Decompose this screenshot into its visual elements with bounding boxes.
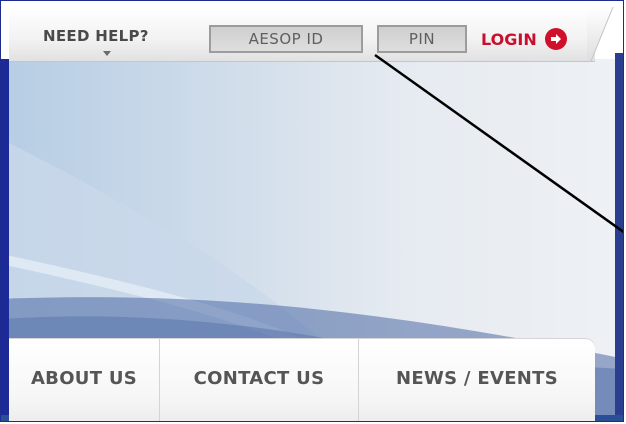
left-border-bar — [1, 59, 9, 421]
tab-news-events-label: NEWS / EVENTS — [395, 367, 558, 389]
login-label: LOGIN — [481, 29, 537, 49]
pin-input[interactable]: PIN — [377, 25, 467, 53]
aesop-id-placeholder: AESOP ID — [248, 30, 324, 48]
aesop-id-input[interactable]: AESOP ID — [209, 25, 363, 53]
nav-tabs: ABOUT US CONTACT US NEWS / EVENTS — [9, 339, 595, 421]
tab-contact-us-label: CONTACT US — [193, 367, 325, 389]
caret-down-icon — [103, 51, 111, 56]
pin-placeholder: PIN — [408, 30, 436, 48]
screenshot-frame: NEED HELP? AESOP ID PIN LOGIN ABOUT US C… — [0, 0, 624, 422]
need-help-link[interactable]: NEED HELP? — [43, 27, 149, 45]
tab-contact-us[interactable]: CONTACT US — [160, 339, 358, 417]
right-arrow-circle-icon — [544, 28, 567, 50]
tab-news-events[interactable]: NEWS / EVENTS — [359, 339, 595, 417]
login-bar: NEED HELP? AESOP ID PIN LOGIN — [9, 7, 595, 62]
tab-about-us-label: ABOUT US — [30, 367, 138, 389]
right-border-bar — [615, 53, 623, 421]
login-button[interactable]: LOGIN — [481, 27, 567, 51]
login-bar-tail — [587, 7, 614, 61]
tab-about-us[interactable]: ABOUT US — [9, 339, 159, 417]
